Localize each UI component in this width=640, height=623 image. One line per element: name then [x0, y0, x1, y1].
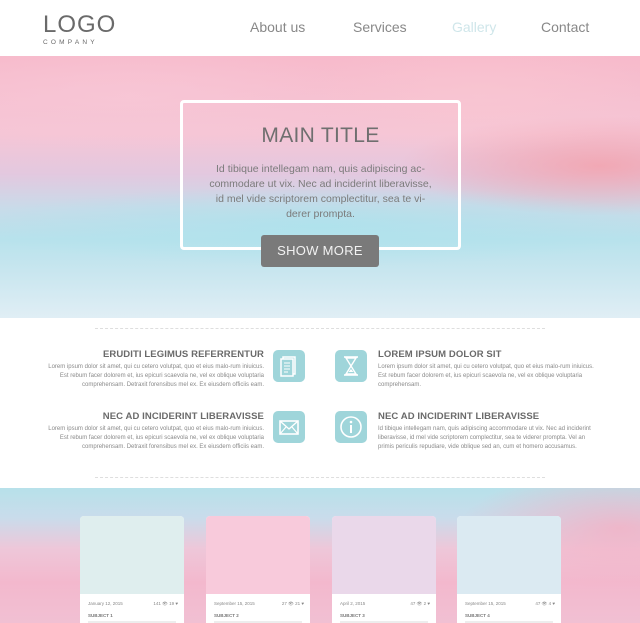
site-header: LOGO COMPANY About us Services Gallery C…: [0, 0, 640, 56]
card-stats: 27 👁 21 ♥: [281, 601, 304, 606]
card-stats: 47 👁 4 ♥: [535, 601, 555, 606]
nav-gallery[interactable]: Gallery: [452, 19, 496, 35]
info-icon: [335, 411, 367, 443]
section-divider: [95, 328, 545, 329]
document-icon: [273, 350, 305, 382]
card-image: [80, 516, 184, 594]
feature-title: LOREM IPSUM DOLOR SIT: [378, 349, 502, 360]
card-date: September 15, 2015: [214, 601, 255, 606]
feature-title: NEC AD INCIDERINT LIBERAVISSE: [102, 411, 264, 422]
hero-description: Id tibique intellegam nam, quis adipisci…: [209, 163, 432, 220]
gallery-card[interactable]: September 15, 2015 27 👁 21 ♥ SUBJECT 2: [206, 516, 310, 623]
feature-text: Lorem ipsum dolor sit amet, qui cu ceter…: [48, 364, 264, 388]
card-date: January 12, 2015: [88, 601, 123, 606]
nav-contact[interactable]: Contact: [541, 19, 589, 35]
card-image: [206, 516, 310, 594]
main-nav: About us Services Gallery Contact: [0, 19, 640, 37]
nav-about-us[interactable]: About us: [250, 19, 305, 35]
feature-title: ERUDITI LEGIMUS REFERRENTUR: [102, 349, 264, 360]
features-section: ERUDITI LEGIMUS REFERRENTUR Lorem ipsum …: [0, 318, 640, 488]
feature-title: NEC AD INCIDERINT LIBERAVISSE: [378, 411, 540, 422]
envelope-icon: [273, 411, 305, 443]
card-subject: SUBJECT 4: [465, 613, 490, 618]
card-stats: 141 👁 19 ♥: [153, 601, 178, 606]
card-date: September 15, 2015: [465, 601, 506, 606]
nav-services[interactable]: Services: [353, 19, 407, 35]
card-image: [457, 516, 561, 594]
gallery-card[interactable]: January 12, 2015 141 👁 19 ♥ SUBJECT 1: [80, 516, 184, 623]
feature-text: Id tibique intellegam nam, quis adipisci…: [378, 426, 591, 450]
card-subject: SUBJECT 2: [214, 613, 239, 618]
card-image: [332, 516, 436, 594]
logo-subtext: COMPANY: [43, 39, 98, 46]
gallery-card[interactable]: September 15, 2015 47 👁 4 ♥ SUBJECT 4: [457, 516, 561, 623]
feature-text: Lorem ipsum dolor sit amet, qui cu ceter…: [48, 426, 264, 450]
card-subject: SUBJECT 3: [340, 613, 365, 618]
show-more-button[interactable]: SHOW MORE: [261, 235, 379, 267]
card-stats: 47 👁 2 ♥: [410, 601, 430, 606]
gallery-card[interactable]: April 2, 2015 47 👁 2 ♥ SUBJECT 3: [332, 516, 436, 623]
feature-text: Lorem ipsum dolor sit amet, qui cu ceter…: [378, 364, 594, 388]
hero-title: MAIN TITLE: [261, 124, 380, 147]
card-subject: SUBJECT 1: [88, 613, 113, 618]
card-date: April 2, 2015: [340, 601, 366, 606]
hourglass-icon: [335, 350, 367, 382]
section-divider: [95, 477, 545, 478]
